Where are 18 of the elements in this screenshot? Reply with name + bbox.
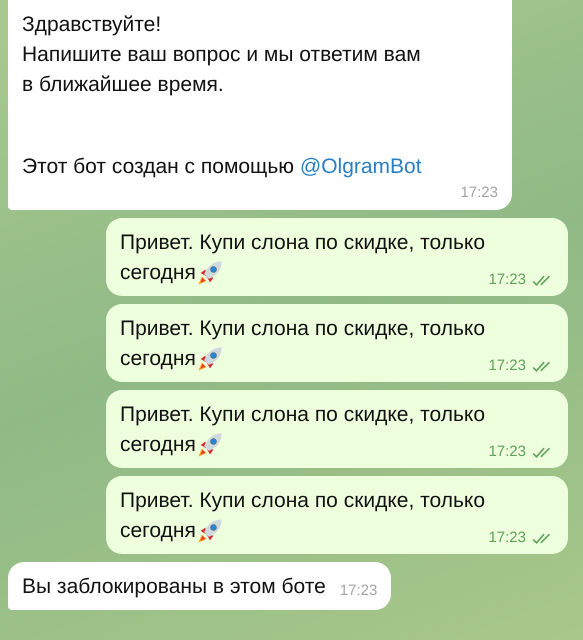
message-text: сегодня [120, 346, 196, 372]
message-text: сегодня [120, 432, 196, 458]
message-text: Привет. Купи слона по скидке, только [120, 316, 486, 342]
message-text: сегодня [120, 518, 196, 544]
message-time: 17:23 [340, 581, 378, 601]
message-time: 17:23 [488, 443, 526, 461]
message-text: Здравствуйте! Напишите ваш вопрос и мы ответим вам в ближайшее время. [22, 12, 422, 98]
message-time: 17:23 [488, 529, 526, 547]
bot-link[interactable]: @OlgramBot [300, 155, 422, 178]
message-time: 17:23 [460, 184, 498, 202]
message-text: Привет. Купи слона по скидке, только [120, 402, 486, 428]
message-text: Привет. Купи слона по скидке, только [120, 488, 486, 514]
message-text: Этот бот создан с помощью [22, 155, 294, 178]
message-text: Вы заблокированы в этом боте [22, 574, 326, 600]
message-text: сегодня [120, 260, 196, 286]
message-time: 17:23 [488, 271, 526, 289]
message-time: 17:23 [488, 357, 526, 375]
message-text: Привет. Купи слона по скидке, только [120, 230, 486, 256]
